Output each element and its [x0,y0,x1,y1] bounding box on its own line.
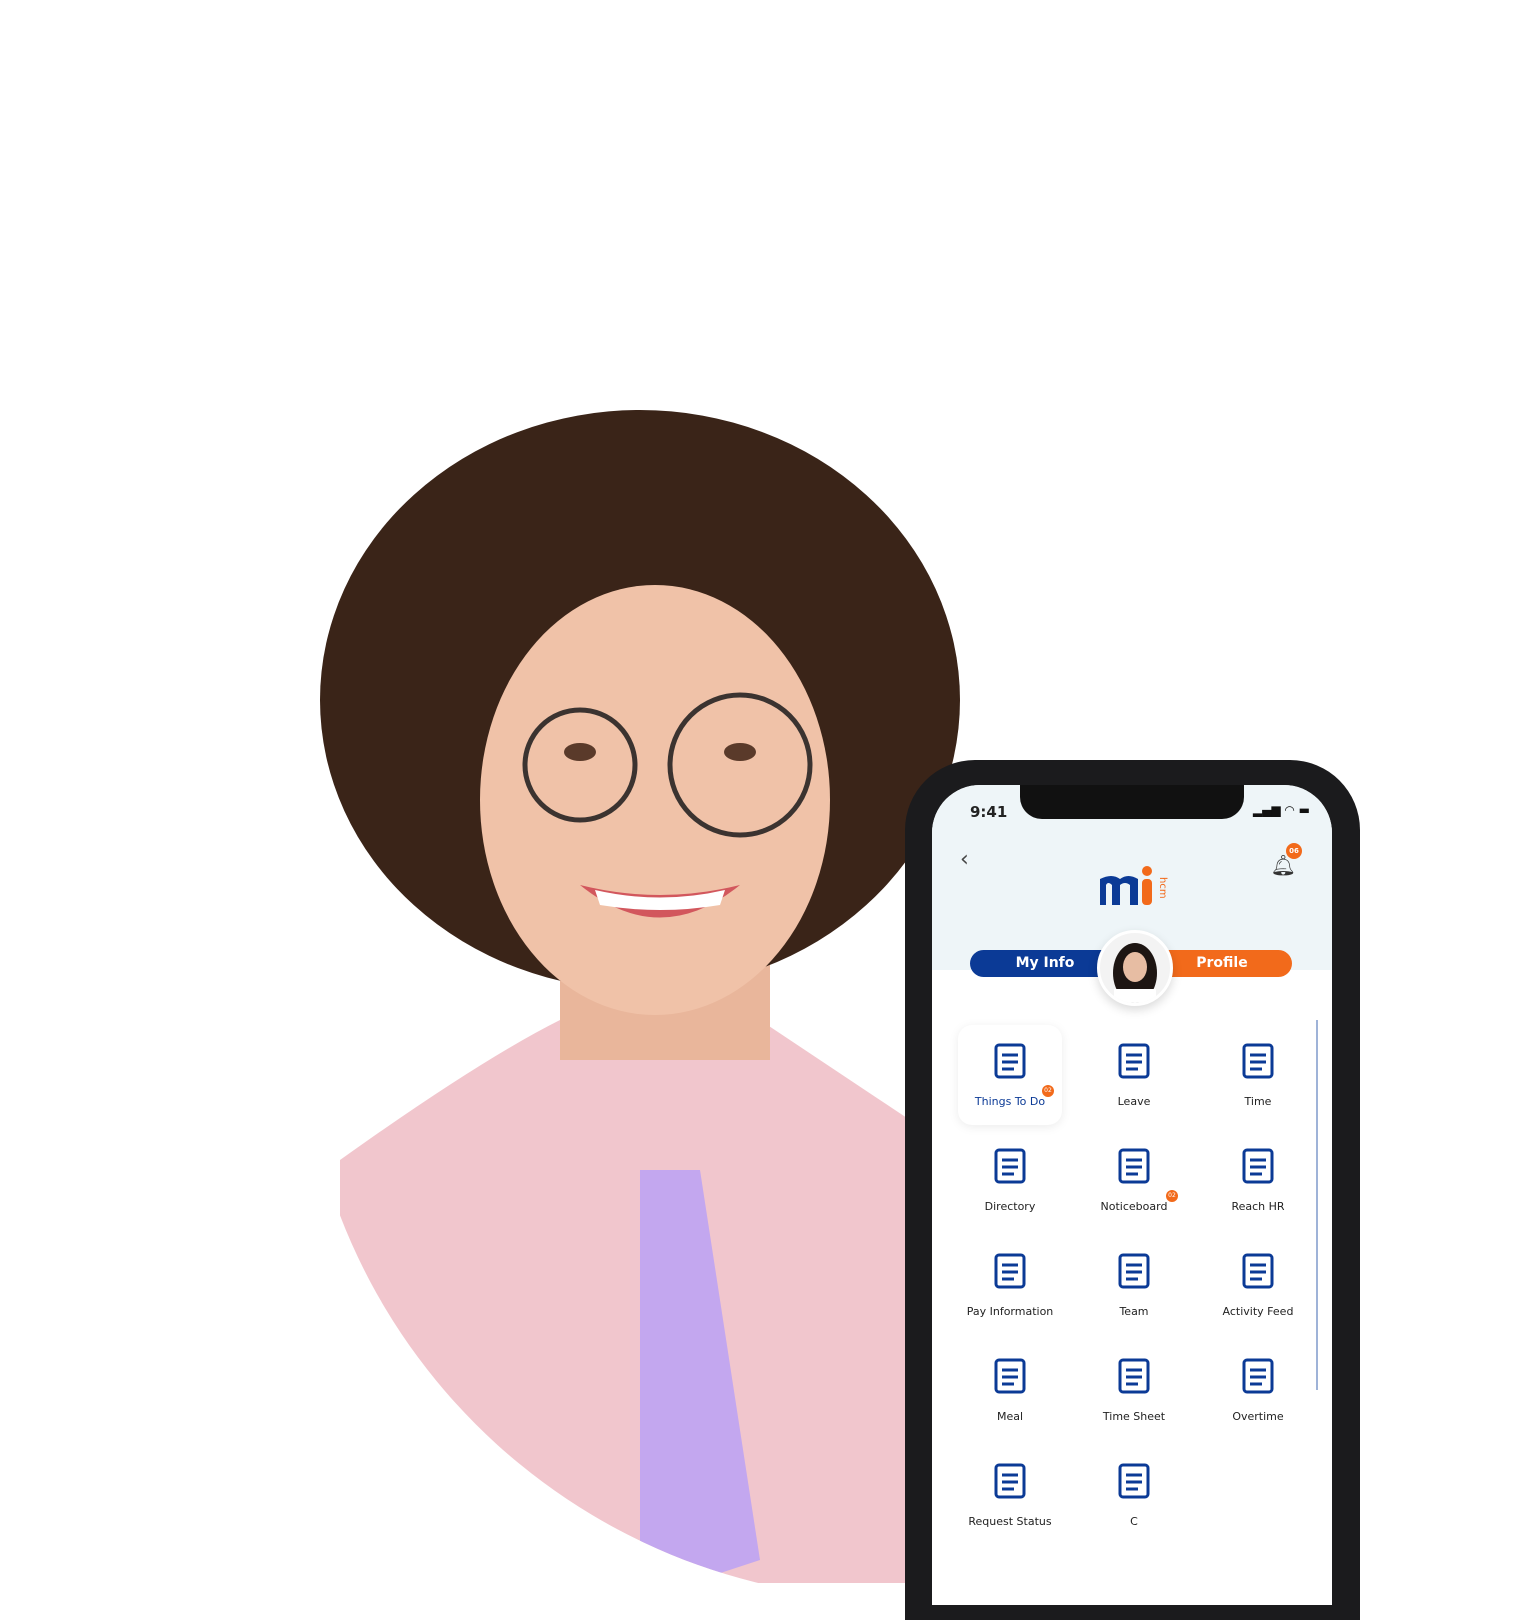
menu-item-label: Activity Feed [1222,1305,1294,1318]
svg-text:hcm: hcm [1157,877,1168,899]
menu-item-pay-information[interactable]: Pay Information [958,1235,1062,1335]
menu-item-noticeboard[interactable]: Noticeboard 02 [1082,1130,1186,1230]
menu-item-time[interactable]: Time [1206,1025,1310,1125]
menu-item-label: Directory [984,1200,1036,1213]
chevron-left-icon[interactable]: ‹ [960,847,969,872]
payslip-icon [986,1253,1034,1299]
menu-item-label: Reach HR [1231,1200,1285,1213]
money-hand-icon [1110,1463,1158,1509]
signal-wifi-battery-icon: ▂▄▆ ◠ ▬ [1252,803,1310,817]
ruler-pencil-icon [1234,1253,1282,1299]
checklist-icon [986,1043,1034,1089]
notification-badge: 06 [1286,843,1302,859]
timesheet-icon [1110,1358,1158,1404]
mihcm-logo: hcm [1100,866,1168,905]
phone-notch [1020,785,1244,819]
notebook-icon [986,1148,1034,1194]
app-screen: 9:41 ▂▄▆ ◠ ▬ ‹ 🔔︎ 06 hcm My Info Profile… [932,785,1332,1605]
menu-item-overtime[interactable]: Overtime [1206,1340,1310,1440]
menu-item-time-sheet[interactable]: Time Sheet [1082,1340,1186,1440]
count-badge: 02 [1042,1085,1054,1097]
avatar[interactable] [1097,930,1173,1006]
menu-item-label: Meal [996,1410,1024,1423]
menu-item-reach-hr[interactable]: Reach HR [1206,1130,1310,1230]
menu-item-label: Leave [1117,1095,1151,1108]
count-badge: 02 [1166,1190,1178,1202]
menu-item-leave[interactable]: Leave [1082,1025,1186,1125]
menu-item-activity-feed[interactable]: Activity Feed [1206,1235,1310,1335]
menu-item-label: Time [1244,1095,1272,1108]
menu-item-team[interactable]: Team [1082,1235,1186,1335]
stopwatch-icon [1234,1043,1282,1089]
menu-item-label: Time Sheet [1102,1410,1166,1423]
scrollbar[interactable] [1316,1020,1318,1390]
menu-item-things-to-do[interactable]: Things To Do 02 [958,1025,1062,1125]
menu-item-request-status[interactable]: Request Status [958,1445,1062,1545]
menu-item-directory[interactable]: Directory [958,1130,1062,1230]
meal-icon [986,1358,1034,1404]
hourglass-icon [1234,1358,1282,1404]
team-icon [1110,1253,1158,1299]
menu-item-label: C [1130,1515,1138,1528]
board-icon [1110,1148,1158,1194]
menu-item-label: Overtime [1232,1410,1284,1423]
calendar-icon [1110,1043,1158,1089]
menu-item-meal[interactable]: Meal [958,1340,1062,1440]
clipboard-icon [986,1463,1034,1509]
menu-item-label: Team [1119,1305,1149,1318]
status-time: 9:41 [970,803,1008,821]
menu-item-c[interactable]: C [1082,1445,1186,1545]
tab-profile[interactable]: Profile [1152,950,1292,977]
menu-item-label: Pay Information [966,1305,1054,1318]
menu-item-label: Request Status [968,1515,1052,1528]
chat-icon [1234,1148,1282,1194]
